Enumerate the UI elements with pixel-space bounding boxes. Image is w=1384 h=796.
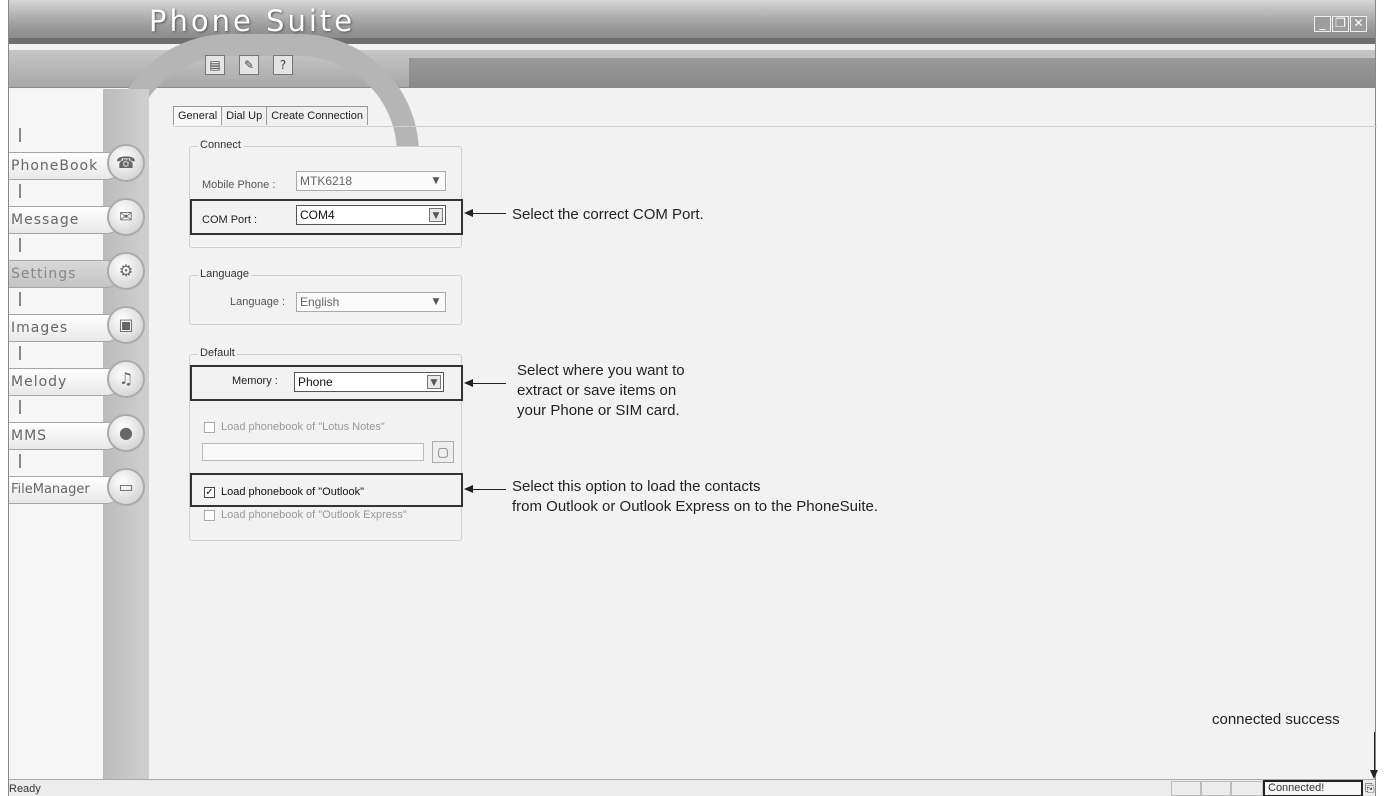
- tab-general[interactable]: General: [173, 106, 223, 125]
- sidebar-item-melody[interactable]: Melody ♫: [9, 360, 149, 398]
- tab-dial-up[interactable]: Dial Up: [221, 106, 268, 125]
- document-icon[interactable]: ▤: [205, 55, 225, 75]
- nav-connector: [19, 292, 21, 306]
- memory-value: Phone: [298, 375, 333, 389]
- outlook-express-label: Load phonebook of "Outlook Express": [221, 509, 407, 521]
- group-legend: Default: [198, 347, 237, 359]
- annotation-arrow-head: [1370, 770, 1378, 779]
- sidebar-item-images[interactable]: Images ▣: [9, 306, 149, 344]
- annotation-arrow-line: [471, 489, 506, 490]
- memory-select[interactable]: Phone ▼: [294, 372, 444, 392]
- language-label: Language :: [230, 296, 286, 308]
- sidebar-item-label: Melody: [9, 368, 121, 396]
- annotation-arrow-line: [471, 213, 506, 214]
- lotus-notes-label: Load phonebook of "Lotus Notes": [221, 421, 385, 433]
- nav-connector: [19, 184, 21, 198]
- connection-status: Connected!: [1263, 780, 1363, 796]
- group-legend: Language: [198, 268, 251, 280]
- sidebar-item-label: Message: [9, 206, 121, 234]
- connected-annotation: connected success: [1212, 711, 1340, 728]
- language-select[interactable]: English ▼: [296, 292, 446, 312]
- close-button[interactable]: ✕: [1350, 16, 1367, 32]
- memory-annotation-line3: your Phone or SIM card.: [517, 402, 680, 419]
- sidebar-item-label: Images: [9, 314, 121, 342]
- settings-icon: ⚙: [107, 252, 145, 290]
- mobile-phone-value: MTK6218: [300, 174, 353, 188]
- balloon-icon: ●: [107, 414, 145, 452]
- browse-icon[interactable]: ▢: [432, 441, 454, 463]
- sidebar-item-label: FileManager: [9, 476, 121, 504]
- group-legend: Connect: [198, 139, 243, 151]
- lotus-notes-path-input[interactable]: [202, 443, 424, 461]
- folder-icon: ▭: [107, 468, 145, 506]
- outlook-annotation-line2: from Outlook or Outlook Express on to th…: [512, 498, 879, 515]
- sidebar-item-message[interactable]: Message ✉: [9, 198, 149, 236]
- envelope-icon: ✉: [107, 198, 145, 236]
- sidebar-item-mms[interactable]: MMS ●: [9, 414, 149, 452]
- mobile-phone-select[interactable]: MTK6218 ▼: [296, 171, 446, 191]
- app-window: Phone Suite _ ❐ ✕ ▤ ✎ ? PhoneBook ☎ Mess…: [8, 0, 1378, 796]
- com-port-label: COM Port :: [202, 214, 258, 226]
- language-group: Language Language : English ▼: [189, 268, 462, 325]
- lotus-notes-option[interactable]: Load phonebook of "Lotus Notes": [204, 421, 385, 433]
- sidebar-item-label: PhoneBook: [9, 152, 121, 180]
- status-bar: Ready Connected! ⎘: [9, 779, 1375, 796]
- music-icon: ♫: [107, 360, 145, 398]
- chevron-down-icon: ▼: [427, 375, 441, 389]
- memory-annotation-line1: Select where you want to: [517, 362, 685, 379]
- window-controls: _ ❐ ✕: [1314, 16, 1367, 32]
- connection-icon: ⎘: [1365, 781, 1375, 795]
- annotation-arrow-line: [1374, 732, 1375, 772]
- status-text: Ready: [9, 783, 41, 795]
- sidebar-item-label: MMS: [9, 422, 121, 450]
- toolbar-buttons: ▤ ✎ ?: [205, 55, 293, 75]
- outlook-express-option[interactable]: Load phonebook of "Outlook Express": [204, 509, 407, 521]
- minimize-button[interactable]: _: [1314, 16, 1331, 32]
- memory-annotation-line2: extract or save items on: [517, 382, 677, 399]
- image-icon: ▣: [107, 306, 145, 344]
- memory-label: Memory :: [232, 375, 278, 387]
- toolbar-band: [409, 58, 1375, 88]
- chevron-down-icon: ▼: [432, 176, 440, 186]
- status-cell: [1231, 781, 1263, 796]
- outlook-checkbox[interactable]: ✓: [204, 486, 215, 498]
- sidebar-item-settings[interactable]: Settings ⚙: [9, 252, 149, 290]
- mobile-phone-label: Mobile Phone :: [202, 179, 276, 191]
- com-port-value: COM4: [300, 208, 335, 222]
- outlook-express-checkbox[interactable]: [204, 509, 215, 521]
- sidebar-item-filemanager[interactable]: FileManager ▭: [9, 468, 149, 506]
- maximize-button[interactable]: ❐: [1332, 16, 1349, 32]
- chevron-down-icon: ▼: [429, 208, 443, 222]
- outlook-option[interactable]: ✓ Load phonebook of "Outlook": [204, 486, 364, 498]
- edit-icon[interactable]: ✎: [239, 55, 259, 75]
- nav-connector: [19, 238, 21, 252]
- outlook-annotation-line1: Select this option to load the contacts: [512, 478, 761, 495]
- tab-create-connection[interactable]: Create Connection: [266, 106, 368, 125]
- annotation-arrow-line: [471, 383, 506, 384]
- language-value: English: [300, 295, 340, 309]
- com-port-annotation: Select the correct COM Port.: [512, 206, 704, 223]
- sidebar-item-label: Settings: [9, 260, 121, 288]
- help-icon[interactable]: ?: [273, 55, 293, 75]
- default-group: Default Memory : Phone ▼ Load phonebook …: [189, 347, 463, 541]
- nav-connector: [19, 454, 21, 468]
- nav-connector: [19, 346, 21, 360]
- chevron-down-icon: ▼: [432, 297, 440, 307]
- com-port-select[interactable]: COM4 ▼: [296, 205, 446, 225]
- nav-connector: [19, 400, 21, 414]
- lotus-notes-checkbox[interactable]: [204, 421, 215, 433]
- status-cell: [1171, 781, 1201, 796]
- status-cell: [1201, 781, 1231, 796]
- connect-group: Connect Mobile Phone : MTK6218 ▼ COM Por…: [189, 139, 463, 248]
- tab-strip: General Dial Up Create Connection: [173, 106, 368, 125]
- app-title: Phone Suite: [149, 4, 356, 38]
- sidebar-item-phonebook[interactable]: PhoneBook ☎: [9, 144, 149, 182]
- phone-icon: ☎: [107, 144, 145, 182]
- outlook-label: Load phonebook of "Outlook": [221, 486, 364, 498]
- tab-divider: [173, 126, 1377, 127]
- nav-connector: [19, 128, 21, 142]
